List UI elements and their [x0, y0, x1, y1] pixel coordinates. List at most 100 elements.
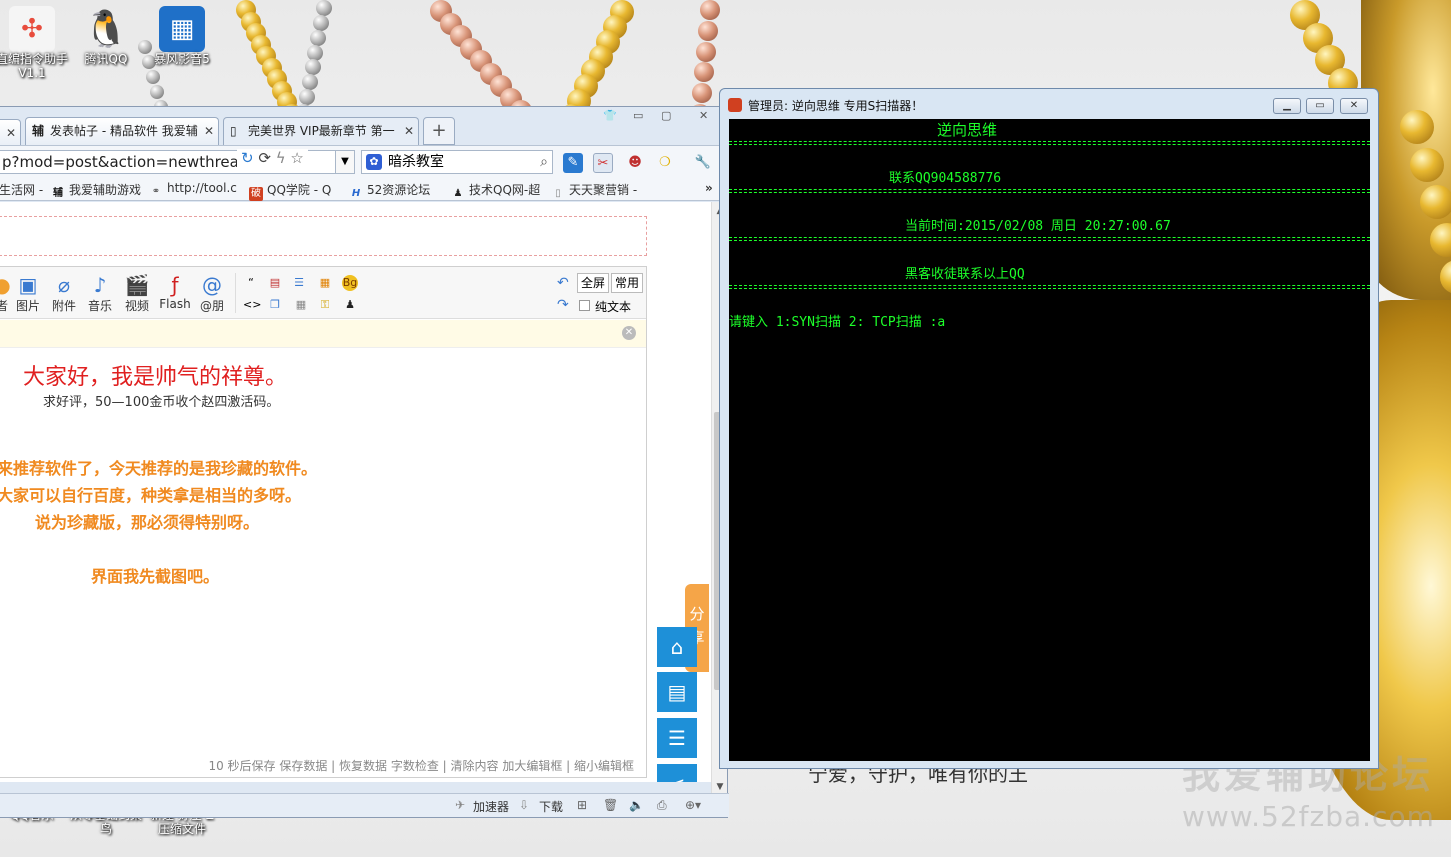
toolbar-divider — [235, 273, 236, 313]
console-separator — [729, 141, 1370, 145]
desktop-icon-zhibian[interactable]: ✣ 直编指令助手 V1.1 — [0, 6, 72, 80]
desktop-icon-baofeng[interactable]: ▦ 暴风影音5 — [142, 6, 222, 66]
favorite-label: http://tool.c — [167, 181, 237, 195]
toolbar-label: @朋 — [199, 299, 224, 313]
toolbar-label: Flash — [159, 297, 191, 311]
console-title: 管理员: 逆向思维 专用S扫描器！ — [748, 99, 924, 113]
key-icon[interactable]: ⚿ — [317, 297, 333, 313]
tools-icon[interactable]: 🔧 — [693, 153, 713, 173]
insert-music-button[interactable]: ♪ 音乐 — [83, 273, 117, 314]
chat-icon[interactable]: ❍ — [655, 153, 675, 173]
close-icon[interactable]: ✕ — [6, 120, 16, 146]
tab-label: 完美世界 VIP最新章节 第一 — [248, 124, 395, 138]
bg-icon[interactable]: Bg — [342, 275, 358, 291]
content-line: 大家可以自行百度，种类拿是相当的多呀。 — [0, 486, 302, 505]
title-input[interactable] — [0, 216, 647, 256]
search-box[interactable]: ✿ 暗杀教室 ⌕ — [361, 150, 553, 174]
maximize-button[interactable]: ▭ — [1306, 98, 1334, 114]
minimize-button[interactable]: ▁ — [1273, 98, 1301, 114]
favorite-label: 我爱辅助游戏 — [69, 183, 142, 197]
search-icon[interactable]: ⌕ — [540, 151, 548, 173]
editor-footer[interactable]: 10 秒后保存 保存数据 | 恢复数据 字数检查 | 清除内容 加大编辑框 | … — [0, 755, 646, 777]
common-button[interactable]: 常用 — [611, 273, 644, 293]
quote-icon[interactable]: “ — [243, 275, 259, 291]
download-button[interactable]: 下载 — [539, 798, 563, 815]
star-icon[interactable]: ☆ — [290, 149, 303, 167]
share-button[interactable]: ⋖ — [657, 764, 697, 782]
print-icon[interactable]: ⎙ — [657, 798, 667, 813]
bead — [1410, 147, 1444, 182]
insert-flash-button[interactable]: ƒ Flash — [158, 273, 192, 311]
copy-icon[interactable]: ❐ — [267, 297, 283, 313]
editor-body[interactable]: 大家好，我是帅气的祥尊。 求好评，50—100金币收个赵四激活码。 来推荐软件了… — [0, 349, 646, 749]
tab-novel[interactable]: ▯ 完美世界 VIP最新章节 第一 ✕ — [223, 117, 419, 145]
undo-icon[interactable]: ↶ — [557, 275, 569, 291]
mention-button[interactable]: @ @朋 — [195, 273, 229, 314]
lightning-icon[interactable]: ϟ — [276, 149, 286, 167]
scroll-down-icon[interactable]: ▼ — [714, 782, 726, 792]
favorite-item[interactable]: 生活网 - — [0, 181, 43, 198]
edit-icon[interactable]: ✎ — [563, 153, 583, 173]
console-titlebar[interactable]: 管理员: 逆向思维 专用S扫描器！ ▁ ▭ ✕ — [720, 89, 1378, 119]
close-icon[interactable]: ✕ — [622, 326, 636, 340]
post-button[interactable]: ▤ — [657, 672, 697, 712]
favorite-item[interactable]: ⚭ http://tool.c — [149, 181, 237, 199]
screenshot-icon[interactable]: ✂ — [593, 153, 613, 173]
favorite-item[interactable]: H 52资源论坛 — [349, 181, 430, 201]
more-favorites-button[interactable]: » — [705, 181, 713, 195]
refresh-quick-icon[interactable]: ↻ — [241, 149, 254, 167]
page-icon: ▯ — [555, 188, 561, 199]
home-up-icon: ⌂ — [670, 635, 684, 659]
console-separator — [729, 285, 1370, 289]
console-output[interactable]: 逆向思维 联系QQ904588776 当前时间:2015/02/08 周日 20… — [729, 119, 1370, 761]
new-tab-button[interactable]: + — [423, 117, 455, 145]
favorite-item[interactable]: ▯ 天天聚营销 - — [551, 181, 637, 201]
tab-post[interactable]: 辅 发表帖子 - 精品软件 我爱辅 ✕ — [25, 117, 219, 145]
favorite-label: QQ学院 - Q — [267, 183, 332, 197]
console-line: 黑客收徒联系以上QQ — [905, 267, 1025, 282]
close-icon[interactable]: ✕ — [204, 118, 214, 144]
insert-attachment-button[interactable]: ⌀ 附件 — [47, 273, 81, 314]
bead — [298, 89, 315, 106]
address-text: p?mod=post&action=newthread — [2, 153, 249, 171]
toolbar-label: 音乐 — [87, 299, 112, 313]
speaker-icon[interactable]: 🔈 — [629, 798, 644, 812]
code-icon[interactable]: <> — [243, 297, 261, 313]
toolbar-label: 视频 — [124, 299, 149, 313]
close-icon[interactable]: ✕ — [404, 118, 414, 144]
window-icon[interactable]: ⊞ — [577, 798, 587, 812]
desktop-icon-qq[interactable]: 🐧 腾讯QQ — [66, 6, 146, 66]
fu-icon: 辅 — [32, 124, 45, 138]
table-icon[interactable]: ▦ — [293, 297, 309, 313]
search-text: 暗杀教室 — [388, 154, 444, 170]
mask-icon[interactable]: ☻ — [625, 153, 645, 173]
refresh-icon[interactable]: ⟳ — [258, 149, 271, 167]
link-icon: ⚭ — [151, 186, 161, 197]
insert-video-button[interactable]: 🎬 视频 — [120, 273, 154, 314]
menu-button[interactable]: ☰ — [657, 718, 697, 758]
back-to-top-button[interactable]: ⌂ — [657, 627, 697, 667]
qq-icon[interactable]: ♟ — [342, 297, 358, 313]
favorite-label: 生活网 - — [0, 183, 44, 197]
tab-hidden[interactable]: ✕ — [0, 119, 21, 147]
paperclip-icon: ⌀ — [57, 273, 71, 297]
accelerator-icon: ✈ — [455, 798, 466, 812]
address-dropdown[interactable]: ▼ — [335, 150, 355, 174]
media-icon[interactable]: ▦ — [317, 275, 333, 291]
redo-icon[interactable]: ↷ — [557, 297, 569, 313]
fullscreen-button[interactable]: 全屏 — [577, 273, 610, 293]
close-button[interactable]: ✕ — [1340, 98, 1368, 114]
accelerator-button[interactable]: 加速器 — [473, 798, 509, 815]
favorite-item[interactable]: 辅我爱辅助游戏 — [51, 181, 141, 201]
trash-icon[interactable]: 🗑 — [603, 798, 618, 812]
favorite-item[interactable]: ♟ 技术QQ网-超 — [451, 181, 541, 201]
film-icon: ▦ — [159, 6, 205, 52]
zoom-icon[interactable]: ⊕▾ — [685, 798, 701, 812]
bead — [307, 44, 324, 61]
list-icon[interactable]: ☰ — [291, 275, 307, 291]
favorite-label: 52资源论坛 — [367, 183, 431, 197]
favorite-item[interactable]: 破 QQ学院 - Q — [249, 181, 331, 201]
insert-image-button[interactable]: ▣ 图片 — [11, 273, 45, 314]
plaintext-checkbox[interactable] — [579, 300, 590, 311]
free-icon[interactable]: ▤ — [267, 275, 283, 291]
